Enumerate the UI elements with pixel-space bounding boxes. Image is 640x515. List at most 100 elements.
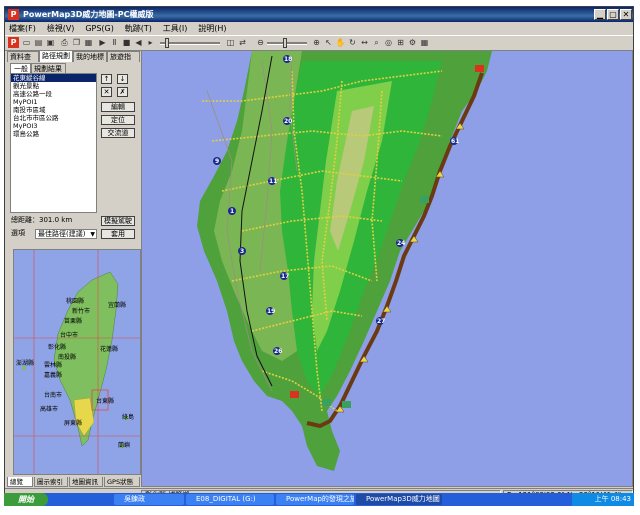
interchange-button[interactable]: 交流道 [101,128,135,138]
route-label: 19 [267,308,275,315]
total-distance-value: 301.0 km [39,216,73,224]
route-list[interactable]: 花東縱谷線 觀光景點 高速公路一段 MyPOI1 南投市區域 台北市市區公路 M… [10,73,97,213]
tab-map-info[interactable]: 地圖資訊 [69,477,103,487]
route-label: 20 [284,118,292,125]
route-label: 27 [377,318,385,325]
rewind-icon[interactable]: ◀ [133,37,144,48]
locate-button[interactable]: 定位 [101,115,135,125]
tab-overview[interactable]: 總覽 [7,477,33,487]
route-label: 1 [230,208,234,215]
list-item[interactable]: 花東縱谷線 [11,74,96,82]
open-icon[interactable]: ▤ [33,37,44,48]
list-item[interactable]: 高速公路一段 [11,90,96,98]
route-label: 26 [274,348,282,355]
route-label: 61 [451,138,459,145]
system-tray-clock: 上午 08:43 [572,493,634,506]
playback-slider-thumb[interactable] [165,38,169,48]
simulate-drive-button[interactable]: 模擬駕駛 [101,216,135,226]
chevron-down-icon[interactable]: ▼ [90,230,95,239]
powermap-icon[interactable]: P [8,37,19,48]
settings-icon[interactable]: ⚙ [407,37,418,48]
minimap-label: 高雄市 [40,406,59,413]
minimap-label: 彰化縣 [48,344,67,351]
list-item[interactable]: 台北市市區公路 [11,114,96,122]
zoom-slider-thumb[interactable] [283,38,287,48]
play-icon[interactable]: ▶ [97,37,108,48]
zoom-slider[interactable] [267,42,307,45]
grid-icon[interactable]: ▦ [419,37,430,48]
tab-data-query[interactable]: 資料查詢 [7,51,39,72]
tab-route-planning[interactable]: 路徑規劃 [39,50,73,62]
map-view[interactable]: 18 20 9 11 1 3 17 19 26 27 24 61 [141,50,633,487]
task-button[interactable]: PowerMap的發現之旅 - [276,494,354,505]
move-up-icon[interactable]: ↑ [101,74,112,84]
layers-icon[interactable]: ◫ [225,37,236,48]
measure-icon[interactable]: ⊞ [395,37,406,48]
list-item[interactable]: 觀光景點 [11,82,96,90]
minimap-label: 雲林縣 [44,362,63,369]
left-panel-tabs: 資料查詢 路徑規劃 我的地標 旅遊指 [7,50,140,72]
ruler-icon[interactable]: ↔ [359,37,370,48]
cursor-icon[interactable]: ↖ [323,37,334,48]
list-item[interactable]: MyPOI3 [11,122,96,130]
apply-button[interactable]: 套用 [101,229,135,239]
route-icon[interactable]: ⇄ [237,37,248,48]
route-option-select[interactable]: 最佳路徑(建議) ▼ [35,229,97,239]
subtab-general[interactable]: 一般 [10,63,32,73]
edit-button[interactable]: 編輯 [101,102,135,112]
task-button[interactable]: PowerMap3D威力地圖 [356,494,442,505]
list-item[interactable]: 環島公路 [11,130,96,138]
task-button[interactable]: 吳鍊政 [114,494,184,505]
close-button[interactable]: ✕ [620,9,632,20]
delete-icon[interactable]: ✕ [101,87,112,97]
zoom-out-icon[interactable]: ⊖ [255,37,266,48]
taiwan-map[interactable]: 18 20 9 11 1 3 17 19 26 27 24 61 [142,51,633,487]
tab-my-landmarks[interactable]: 我的地標 [73,51,107,62]
minimap-label: 澎湖縣 [16,360,35,367]
task-button[interactable]: E08_DIGITAL (G:) [186,494,274,505]
gps-icon[interactable]: ◎ [383,37,394,48]
menu-tools[interactable]: 工具(I) [159,22,192,35]
option-label: 選項 [11,229,25,237]
pause-icon[interactable]: Ⅱ [109,37,120,48]
clear-icon[interactable]: ✗ [117,87,128,97]
playback-slider[interactable] [160,42,220,45]
copy-icon[interactable]: ❐ [71,37,82,48]
zoom-in-icon[interactable]: ⊕ [311,37,322,48]
route-label: 9 [215,158,219,165]
tab-travel-guide[interactable]: 旅遊指 [107,51,140,62]
total-distance-label: 總距離： [11,216,39,224]
subtab-planning-result[interactable]: 規劃結果 [30,63,66,73]
menu-track[interactable]: 軌跡(T) [121,22,156,35]
move-down-icon[interactable]: ↓ [117,74,128,84]
print-icon[interactable]: ⎙ [59,37,70,48]
stop-icon[interactable]: ■ [121,37,132,48]
menu-view[interactable]: 檢視(V) [43,22,79,35]
minimap-label: 新竹市 [72,308,91,315]
minimap-label: 南投縣 [58,354,77,361]
menu-help[interactable]: 說明(H) [194,22,230,35]
menu-gps[interactable]: GPS(G) [81,22,118,35]
hand-icon[interactable]: ✋ [335,37,346,48]
tab-gps-status[interactable]: GPS狀態 [104,477,140,487]
start-button[interactable]: 開始 [4,493,48,506]
rotate-icon[interactable]: ↻ [347,37,358,48]
route-label: 3 [240,248,244,255]
save-icon[interactable]: ▣ [45,37,56,48]
tab-icon-index[interactable]: 圖示索引 [34,477,68,487]
minimize-button[interactable]: ▁ [594,9,606,20]
list-item[interactable]: MyPOI1 [11,98,96,106]
maximize-button[interactable]: ▢ [607,9,619,20]
forward-icon[interactable]: ▸ [145,37,156,48]
search-icon[interactable]: ⌕ [371,37,382,48]
title-bar: P PowerMap3D威力地圖-PC權威版 ▁ ▢ ✕ [5,7,633,22]
overview-minimap[interactable]: 桃園縣 新竹市 苗栗縣 台中市 彰化縣 南投縣 雲林縣 嘉義縣 台南市 高雄市 … [13,249,141,475]
minimap-label: 宜蘭縣 [108,302,127,309]
minimap-label: 嘉義縣 [44,372,63,379]
menu-file[interactable]: 檔案(F) [5,22,40,35]
bottom-panel-tabs: 總覽 圖示索引 地圖資訊 GPS狀態 [7,477,140,487]
paste-icon[interactable]: ▦ [83,37,94,48]
list-item[interactable]: 南投市區域 [11,106,96,114]
taskbar: 開始 吳鍊政 E08_DIGITAL (G:) PowerMap的發現之旅 - … [4,493,634,506]
new-icon[interactable]: ▭ [21,37,32,48]
